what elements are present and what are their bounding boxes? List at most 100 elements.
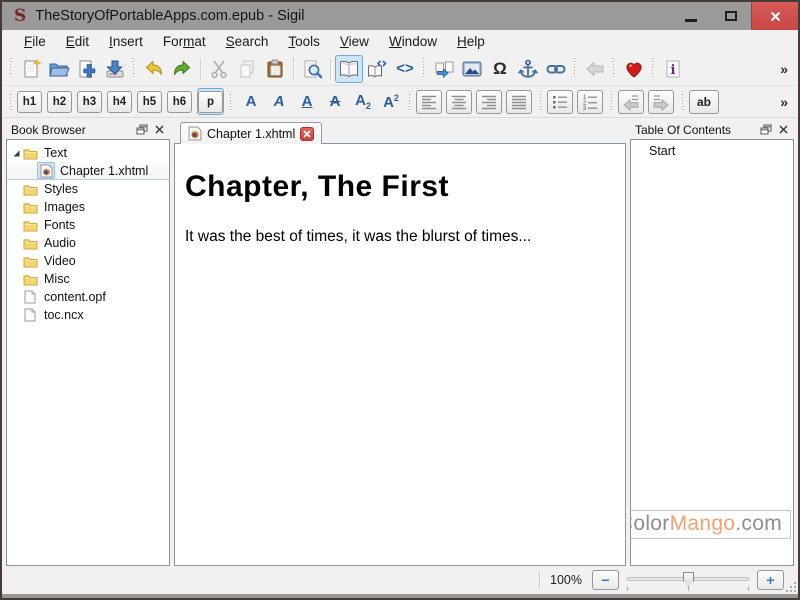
indent-decrease-button[interactable] bbox=[618, 90, 644, 114]
align-justify-button[interactable] bbox=[506, 90, 532, 114]
float-panel-button[interactable] bbox=[135, 123, 149, 136]
toolbar-overflow-button[interactable]: » bbox=[780, 61, 790, 77]
toolbar-handle[interactable] bbox=[421, 58, 426, 80]
menu-tools[interactable]: Tools bbox=[278, 32, 330, 51]
zoom-slider[interactable] bbox=[627, 570, 749, 590]
tab-chapter1[interactable]: Chapter 1.xhtml bbox=[180, 122, 322, 144]
superscript-button[interactable]: A2 bbox=[377, 88, 405, 116]
svg-text:3: 3 bbox=[583, 106, 587, 111]
casing-button[interactable]: ab bbox=[689, 90, 719, 114]
book-view-button[interactable] bbox=[335, 55, 363, 83]
tree-item-toc-ncx[interactable]: toc.ncx bbox=[7, 306, 169, 324]
heading-3-button[interactable]: h3 bbox=[77, 91, 102, 113]
heading-5-button[interactable]: h5 bbox=[137, 91, 162, 113]
bullet-list-button[interactable] bbox=[547, 90, 573, 114]
tree-item-chapter1[interactable]: Chapter 1.xhtml bbox=[7, 162, 169, 180]
subscript-button[interactable]: A2 bbox=[349, 88, 377, 116]
chapter-heading[interactable]: Chapter, The First bbox=[185, 170, 615, 204]
tree-item-content-opf[interactable]: content.opf bbox=[7, 288, 169, 306]
toolbar-handle[interactable] bbox=[131, 58, 136, 80]
zoom-out-button[interactable]: − bbox=[592, 570, 619, 590]
heading-2-button[interactable]: h2 bbox=[47, 91, 72, 113]
menu-format[interactable]: Format bbox=[153, 32, 216, 51]
toolbar-handle[interactable] bbox=[680, 91, 685, 113]
book-browser-header: Book Browser bbox=[6, 120, 170, 139]
align-left-button[interactable] bbox=[416, 90, 442, 114]
menu-edit[interactable]: Edit bbox=[56, 32, 99, 51]
tree-item-text-folder[interactable]: Text bbox=[7, 144, 169, 162]
insert-special-character-button[interactable]: Ω bbox=[486, 55, 514, 83]
toolbar-handle[interactable] bbox=[538, 91, 543, 113]
maximize-icon bbox=[725, 11, 737, 21]
paragraph-button[interactable]: p bbox=[197, 88, 224, 115]
bold-button[interactable]: A bbox=[237, 88, 265, 116]
insert-file-split-button[interactable] bbox=[430, 55, 458, 83]
toolbar-handle[interactable] bbox=[611, 58, 616, 80]
toc-item-start[interactable]: Start bbox=[631, 140, 793, 158]
toolbar-handle[interactable] bbox=[572, 58, 577, 80]
heading-1-button[interactable]: h1 bbox=[17, 91, 42, 113]
format-toolbar-overflow-button[interactable]: » bbox=[780, 94, 790, 110]
float-panel-button[interactable] bbox=[759, 123, 773, 136]
zoom-in-button[interactable]: + bbox=[757, 570, 784, 590]
tree-item-video-folder[interactable]: Video bbox=[7, 252, 169, 270]
insert-anchor-button[interactable] bbox=[514, 55, 542, 83]
close-button[interactable] bbox=[751, 2, 798, 30]
insert-link-button[interactable] bbox=[542, 55, 570, 83]
tree-item-styles-folder[interactable]: Styles bbox=[7, 180, 169, 198]
resize-grip[interactable] bbox=[786, 582, 796, 592]
paste-button[interactable] bbox=[261, 55, 289, 83]
strikethrough-button[interactable]: A bbox=[321, 88, 349, 116]
menu-search[interactable]: Search bbox=[216, 32, 279, 51]
new-file-button[interactable] bbox=[17, 55, 45, 83]
numbered-list-button[interactable]: 123 bbox=[577, 90, 603, 114]
menu-window[interactable]: Window bbox=[379, 32, 447, 51]
italic-button[interactable]: A bbox=[265, 88, 293, 116]
menu-view[interactable]: View bbox=[330, 32, 379, 51]
slider-handle[interactable] bbox=[683, 572, 694, 587]
toolbar-handle[interactable] bbox=[8, 91, 13, 113]
toolbar-handle[interactable] bbox=[228, 91, 233, 113]
cut-button[interactable] bbox=[205, 55, 233, 83]
tree-item-audio-folder[interactable]: Audio bbox=[7, 234, 169, 252]
redo-button[interactable] bbox=[168, 55, 196, 83]
heading-6-button[interactable]: h6 bbox=[167, 91, 192, 113]
toolbar-handle[interactable] bbox=[8, 58, 13, 80]
close-panel-button[interactable] bbox=[152, 123, 166, 136]
close-panel-button[interactable] bbox=[776, 123, 790, 136]
back-button[interactable] bbox=[581, 55, 609, 83]
menu-insert[interactable]: Insert bbox=[99, 32, 153, 51]
chapter-paragraph[interactable]: It was the best of times, it was the blu… bbox=[185, 228, 615, 246]
expand-arrow-icon[interactable] bbox=[7, 149, 21, 158]
find-replace-button[interactable] bbox=[298, 55, 326, 83]
tree-item-misc-folder[interactable]: Misc bbox=[7, 270, 169, 288]
add-existing-file-button[interactable] bbox=[73, 55, 101, 83]
split-view-button[interactable] bbox=[363, 55, 391, 83]
menu-help[interactable]: Help bbox=[447, 32, 495, 51]
heading-4-button[interactable]: h4 bbox=[107, 91, 132, 113]
open-file-button[interactable] bbox=[45, 55, 73, 83]
tree-item-images-folder[interactable]: Images bbox=[7, 198, 169, 216]
tab-close-button[interactable] bbox=[300, 127, 314, 141]
indent-increase-button[interactable] bbox=[648, 90, 674, 114]
metadata-editor-button[interactable]: i bbox=[659, 55, 687, 83]
save-button[interactable] bbox=[101, 55, 129, 83]
save-icon bbox=[104, 58, 126, 80]
insert-image-button[interactable] bbox=[458, 55, 486, 83]
toolbar-handle[interactable] bbox=[650, 58, 655, 80]
code-view-button[interactable]: <> bbox=[391, 55, 419, 83]
align-center-button[interactable] bbox=[446, 90, 472, 114]
copy-button[interactable] bbox=[233, 55, 261, 83]
book-view-editor[interactable]: Chapter, The First It was the best of ti… bbox=[174, 143, 626, 566]
undo-button[interactable] bbox=[140, 55, 168, 83]
maximize-button[interactable] bbox=[711, 2, 751, 30]
toolbar-handle[interactable] bbox=[609, 91, 614, 113]
tree-item-fonts-folder[interactable]: Fonts bbox=[7, 216, 169, 234]
underline-button[interactable]: A bbox=[293, 88, 321, 116]
toolbar-handle[interactable] bbox=[407, 91, 412, 113]
menu-file[interactable]: File bbox=[14, 32, 56, 51]
minimize-button[interactable] bbox=[671, 2, 711, 30]
donate-button[interactable] bbox=[620, 55, 648, 83]
align-right-button[interactable] bbox=[476, 90, 502, 114]
close-icon bbox=[155, 125, 164, 134]
